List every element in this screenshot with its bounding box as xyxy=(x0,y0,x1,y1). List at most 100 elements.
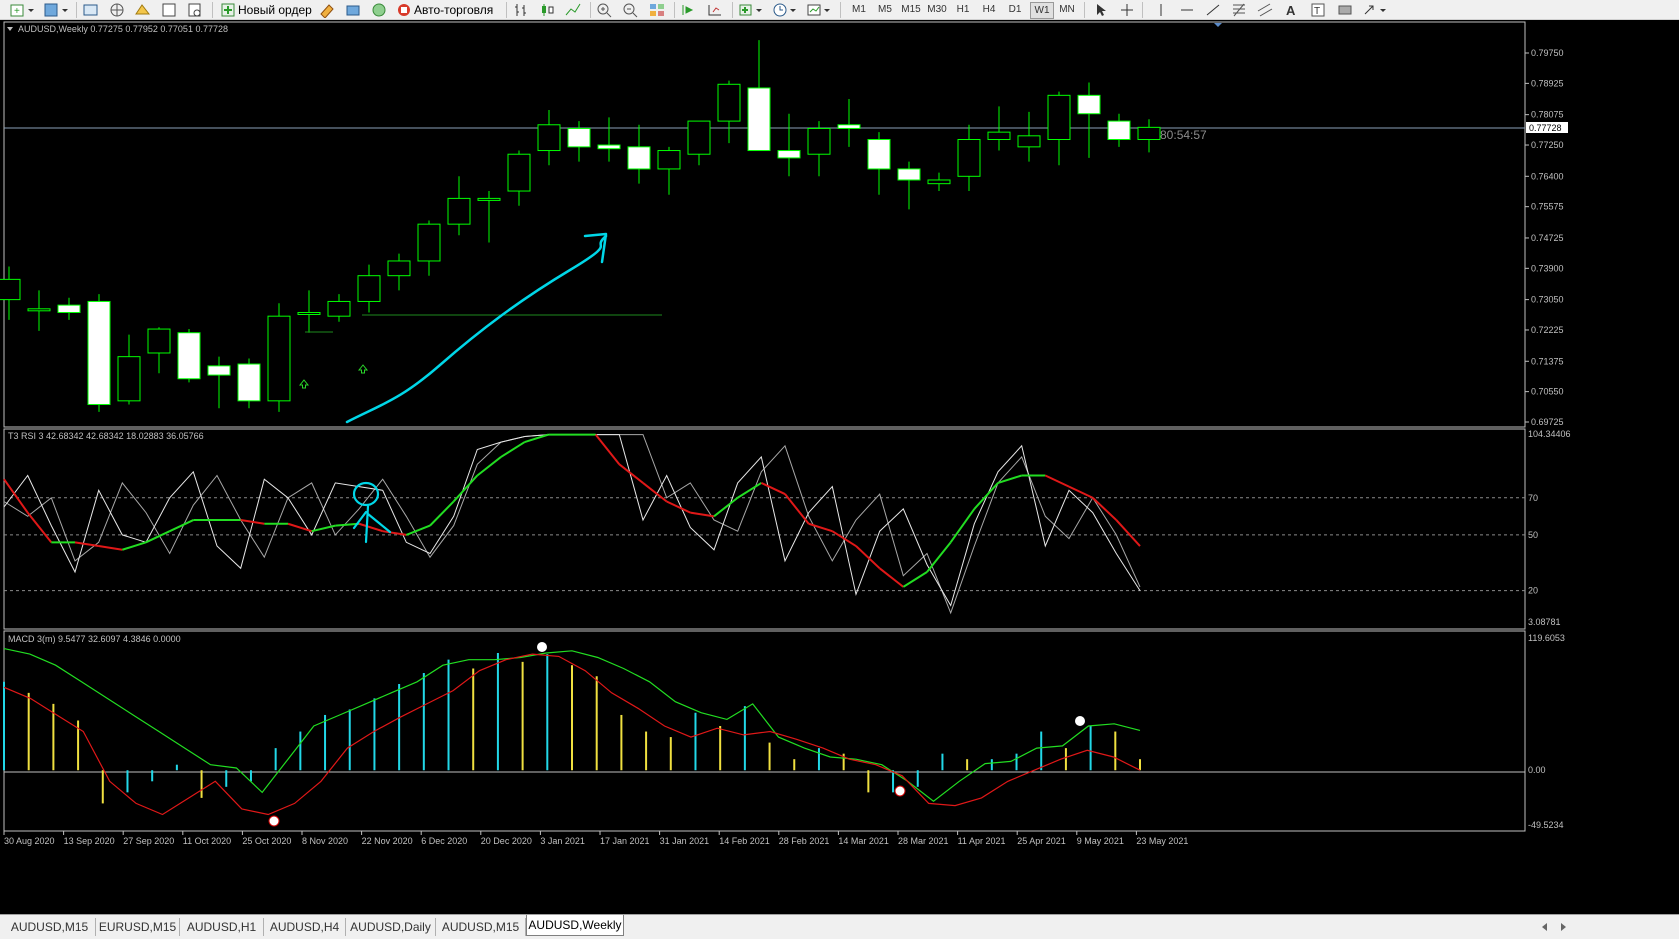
profiles-icon[interactable] xyxy=(42,1,70,18)
auto-trading-button[interactable]: Авто-торговля xyxy=(396,1,493,18)
new-order-icon xyxy=(221,3,235,16)
timeframe-m1[interactable]: M1 xyxy=(848,2,870,17)
candlestick-icon[interactable] xyxy=(538,1,556,18)
rsi-t3-down-segment xyxy=(594,434,621,465)
tab-audusd-m15-2[interactable]: AUDUSD,M15 xyxy=(436,918,526,936)
trendline-icon[interactable] xyxy=(1204,1,1222,18)
rsi-t3-down-segment xyxy=(879,567,904,588)
svg-text:+: + xyxy=(14,6,20,17)
time-tick-label: 25 Oct 2020 xyxy=(242,836,291,846)
rsi-t3-up-segment xyxy=(405,524,431,536)
terminal-icon[interactable] xyxy=(160,1,178,18)
text-icon[interactable]: A xyxy=(1284,1,1298,18)
rsi-t3-up-segment xyxy=(973,482,999,510)
time-tick-label: 22 Nov 2020 xyxy=(362,836,413,846)
tile-windows-icon[interactable] xyxy=(648,1,666,18)
timeframe-mn[interactable]: MN xyxy=(1056,2,1078,17)
rsi-t3-down-segment xyxy=(831,530,857,547)
strategy-tester-icon[interactable] xyxy=(186,1,204,18)
chart-window[interactable]: AUDUSD,Weekly 0.77275 0.77952 0.77051 0.… xyxy=(0,20,1679,914)
cursor-icon[interactable] xyxy=(1092,1,1110,18)
chart-menu-arrow-icon[interactable] xyxy=(7,27,13,31)
chart-shift-marker-icon[interactable] xyxy=(1214,23,1222,27)
rsi-t3-down-segment xyxy=(1044,474,1070,488)
time-tick-label: 13 Sep 2020 xyxy=(64,836,115,846)
zoom-in-icon[interactable] xyxy=(596,1,614,18)
tab-audusd-h4[interactable]: AUDUSD,H4 xyxy=(264,918,346,936)
macd-signal-dots xyxy=(268,642,1085,827)
metaeditor-icon[interactable] xyxy=(318,1,336,18)
rsi-t3-down-segment xyxy=(784,493,810,525)
text-label-icon[interactable]: T xyxy=(1310,1,1326,18)
bull-candle xyxy=(357,275,381,302)
indicators-icon[interactable] xyxy=(738,1,766,18)
market-watch-icon[interactable] xyxy=(82,1,100,18)
auto-trading-icon xyxy=(398,3,410,16)
bear-candle xyxy=(747,87,771,152)
auto-scroll-icon[interactable] xyxy=(680,1,698,18)
bull-candle xyxy=(0,278,21,301)
bear-candle xyxy=(87,300,111,406)
rsi-t3-down-segment xyxy=(74,541,99,548)
rsi-level-lines xyxy=(4,497,1525,592)
annotation-trend-arrow[interactable] xyxy=(345,234,608,424)
timeframe-m15[interactable]: M15 xyxy=(900,2,922,17)
arrows-icon[interactable] xyxy=(1362,1,1390,18)
time-tick-label: 28 Mar 2021 xyxy=(898,836,949,846)
vertical-line-icon[interactable] xyxy=(1152,1,1170,18)
timeframe-m30[interactable]: M30 xyxy=(926,2,948,17)
line-chart-icon[interactable] xyxy=(564,1,582,18)
bull-candle xyxy=(267,315,291,402)
bar-chart-icon[interactable] xyxy=(512,1,530,18)
horizontal-line-icon[interactable] xyxy=(1178,1,1196,18)
price-tick-label: 0.75575 xyxy=(1531,202,1564,212)
new-chart-icon[interactable]: + xyxy=(8,1,36,18)
chart-canvas[interactable]: AUDUSD,Weekly 0.77275 0.77952 0.77051 0.… xyxy=(0,20,1679,914)
bull-candle xyxy=(927,179,951,185)
tab-scroll-arrows[interactable] xyxy=(1538,921,1572,933)
timeframe-h1[interactable]: H1 xyxy=(952,2,974,17)
rsi-t3-down-segment xyxy=(666,500,691,514)
crosshair-icon[interactable] xyxy=(1118,1,1136,18)
price-tick-label: 0.77250 xyxy=(1531,140,1564,150)
bear-candle xyxy=(1107,120,1131,140)
chart-shift-icon[interactable] xyxy=(706,1,724,18)
timeframe-m5[interactable]: M5 xyxy=(874,2,896,17)
macd-tick-label: 0.00 xyxy=(1528,765,1546,775)
rsi-header: T3 RSI 3 42.68342 42.68342 18.02883 36.0… xyxy=(8,431,204,441)
bull-candle xyxy=(537,124,561,152)
chart-tabs: AUDUSD,M15 EURUSD,M15 AUDUSD,H1 AUDUSD,H… xyxy=(0,914,1679,939)
bull-candle xyxy=(657,150,681,170)
data-window-icon[interactable] xyxy=(108,1,126,18)
tab-audusd-m15[interactable]: AUDUSD,M15 xyxy=(4,918,96,936)
templates-icon[interactable] xyxy=(806,1,834,18)
timeframe-d1[interactable]: D1 xyxy=(1004,2,1026,17)
tab-audusd-weekly[interactable]: AUDUSD,Weekly xyxy=(526,915,624,936)
timeframe-h4[interactable]: H4 xyxy=(978,2,1000,17)
rsi-t3-up-segment xyxy=(713,496,739,518)
tab-audusd-daily[interactable]: AUDUSD,Daily xyxy=(346,918,436,936)
main-panel-frame xyxy=(3,21,1526,428)
bull-candle xyxy=(807,127,831,155)
tab-eurusd-m15[interactable]: EURUSD,M15 xyxy=(96,918,180,936)
signals-icon[interactable] xyxy=(370,1,388,18)
zoom-out-icon[interactable] xyxy=(622,1,640,18)
price-tick-label: 0.73900 xyxy=(1531,263,1564,273)
fibonacci-icon[interactable] xyxy=(1230,1,1248,18)
rsi-t3-down-segment xyxy=(3,478,29,514)
bull-candle xyxy=(1137,126,1161,140)
time-tick-label: 11 Apr 2021 xyxy=(958,836,1006,846)
tab-audusd-h1[interactable]: AUDUSD,H1 xyxy=(180,918,264,936)
rectangle-icon[interactable] xyxy=(1336,1,1354,18)
navigator-icon[interactable] xyxy=(134,1,152,18)
new-order-label: Новый ордер xyxy=(238,2,312,17)
time-tick-label: 28 Feb 2021 xyxy=(779,836,830,846)
mailbox-icon[interactable] xyxy=(344,1,362,18)
price-tick-label: 0.73050 xyxy=(1531,295,1564,305)
new-order-button[interactable]: Новый ордер xyxy=(220,1,312,18)
periods-icon[interactable] xyxy=(772,1,800,18)
bull-candle xyxy=(327,300,351,317)
channel-icon[interactable] xyxy=(1256,1,1274,18)
rsi-fast-line xyxy=(3,434,1141,607)
timeframe-w1[interactable]: W1 xyxy=(1030,2,1054,19)
